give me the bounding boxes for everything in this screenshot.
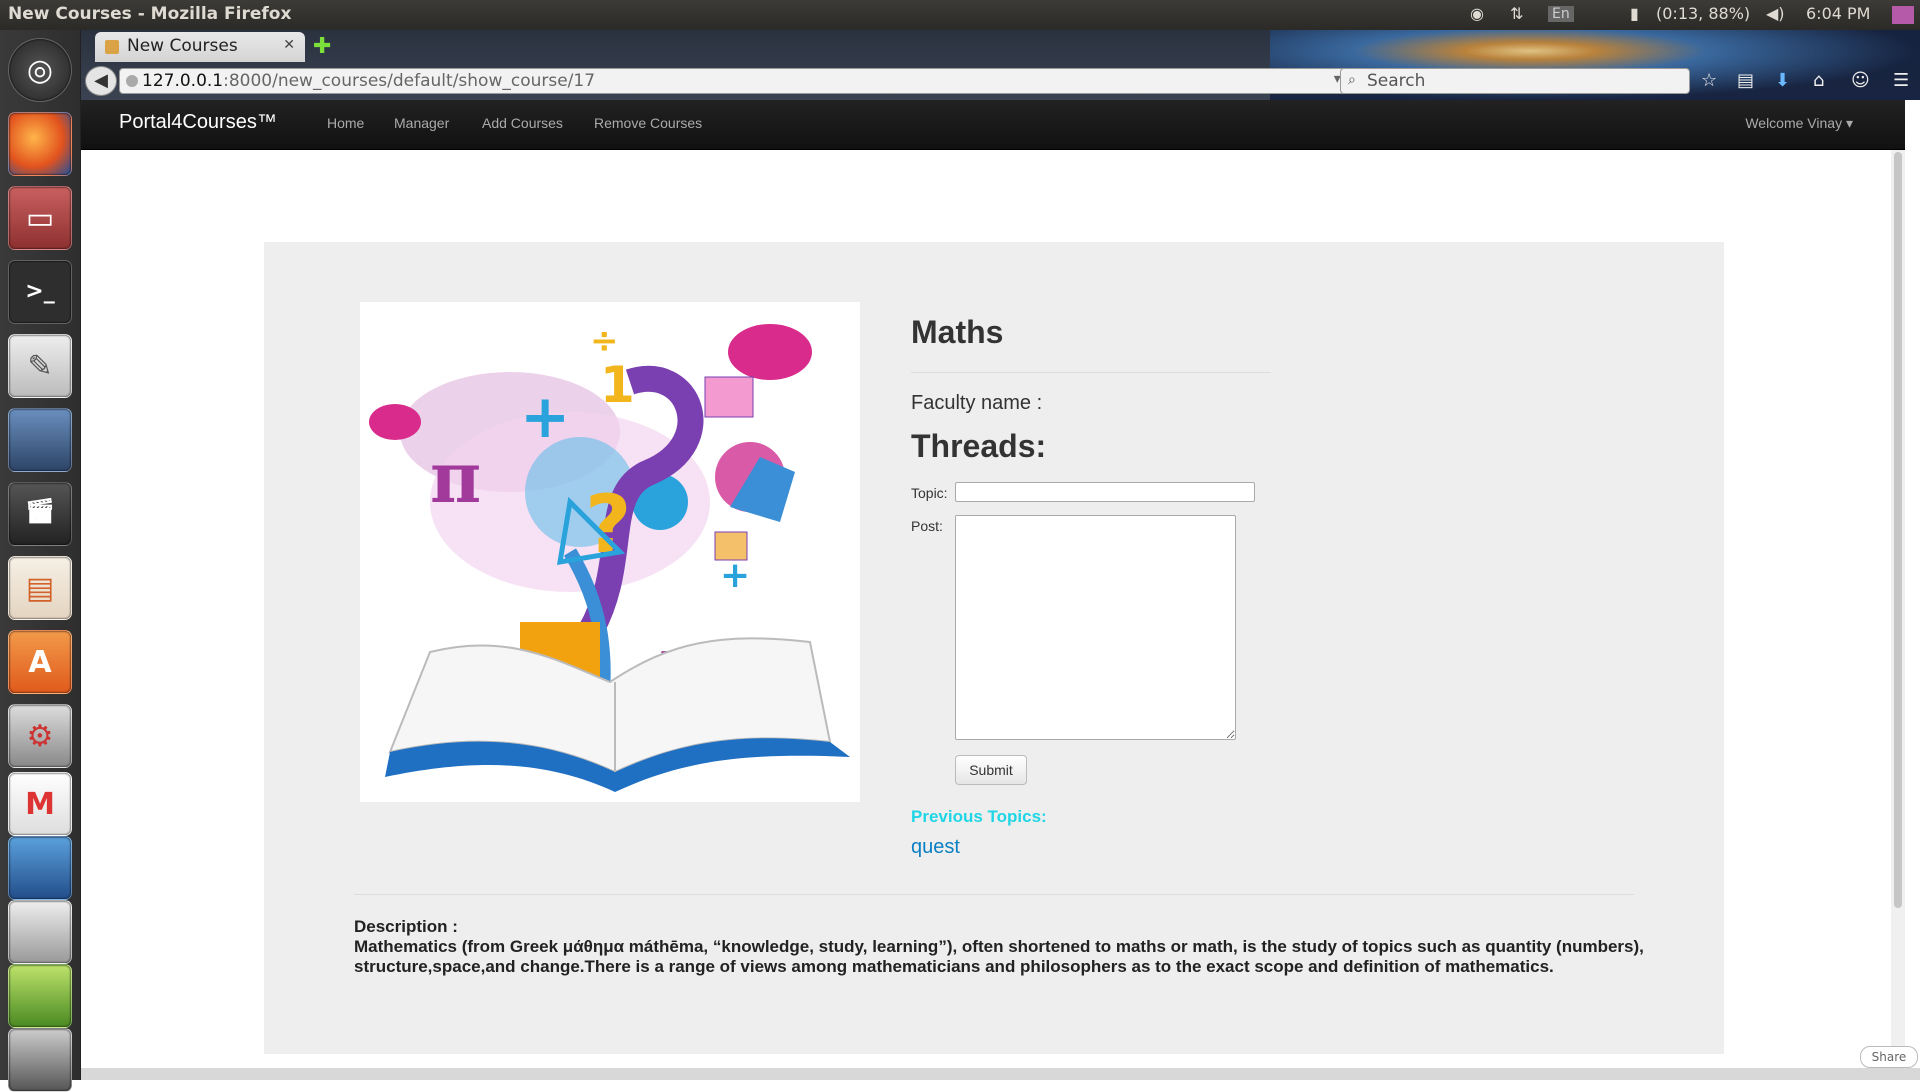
- presentation-icon[interactable]: ▤: [8, 556, 72, 620]
- nav-home[interactable]: Home: [327, 115, 364, 131]
- post-label: Post:: [911, 518, 943, 534]
- clock[interactable]: 6:04 PM: [1806, 4, 1870, 23]
- url-host: 127.0.0.1: [142, 71, 224, 91]
- url-bar[interactable]: 127.0.0.1:8000/new_courses/default/show_…: [119, 68, 1364, 94]
- network-icon[interactable]: ⇅: [1510, 4, 1523, 23]
- svg-text:+: +: [720, 555, 750, 596]
- svg-text:÷: ÷: [590, 321, 619, 361]
- back-button[interactable]: ◀: [85, 66, 117, 96]
- course-image: π π ? 1 + + ÷: [360, 302, 860, 802]
- threads-heading: Threads:: [911, 428, 1047, 464]
- vertical-scrollbar[interactable]: [1891, 150, 1905, 1070]
- description-label: Description :: [354, 917, 458, 936]
- svg-text:π: π: [430, 436, 481, 519]
- post-textarea[interactable]: [955, 515, 1236, 740]
- dash-home-icon[interactable]: ◎: [8, 38, 72, 102]
- home-icon[interactable]: ⌂: [1813, 70, 1824, 91]
- url-path: :8000/new_courses/default/show_course/17: [223, 71, 596, 91]
- topic-input[interactable]: [955, 482, 1255, 502]
- nav-add-courses[interactable]: Add Courses: [482, 115, 563, 131]
- browser-chrome: New Courses ✕ ✚ ◀ 127.0.0.1:8000/new_cou…: [81, 30, 1920, 100]
- nav-manager[interactable]: Manager: [394, 115, 449, 131]
- topic-label: Topic:: [911, 485, 948, 501]
- close-tab-icon[interactable]: ✕: [283, 37, 295, 53]
- update-icon[interactable]: ◉: [1470, 4, 1484, 23]
- divider: [354, 894, 1634, 895]
- bookmarks-list-icon[interactable]: ▤: [1737, 70, 1754, 91]
- settings-icon[interactable]: ⚙: [8, 704, 72, 768]
- search-placeholder: Search: [1367, 71, 1426, 91]
- svg-text:1: 1: [600, 356, 635, 414]
- files-icon[interactable]: ▭: [8, 186, 72, 250]
- menu-icon[interactable]: ☰: [1893, 70, 1909, 91]
- web-page: Portal4Courses™ Home Manager Add Courses…: [81, 100, 1905, 1070]
- app-icon[interactable]: [8, 836, 72, 900]
- tab-title: New Courses: [127, 36, 238, 56]
- math-illustration: π π ? 1 + + ÷: [369, 321, 850, 792]
- system-top-panel: New Courses - Mozilla Firefox ◉ ⇅ En ▮ (…: [0, 0, 1920, 30]
- new-tab-button[interactable]: ✚: [313, 34, 331, 59]
- divider: [911, 372, 1271, 373]
- software-center-icon[interactable]: A: [8, 630, 72, 694]
- firefox-icon[interactable]: [8, 112, 72, 176]
- site-brand[interactable]: Portal4Courses™: [119, 111, 277, 134]
- window-title: New Courses - Mozilla Firefox: [8, 4, 292, 24]
- search-icon: ⌕: [1348, 72, 1356, 88]
- keyboard-indicator[interactable]: En: [1548, 6, 1574, 22]
- text-editor-icon[interactable]: ✎: [8, 334, 72, 398]
- bookmark-star-icon[interactable]: ☆: [1701, 70, 1717, 91]
- previous-topic-link[interactable]: quest: [911, 836, 960, 859]
- image-viewer-icon[interactable]: [8, 408, 72, 472]
- downloads-icon[interactable]: ⬇: [1775, 70, 1790, 91]
- session-icon[interactable]: [1892, 6, 1914, 24]
- volume-icon[interactable]: ◀): [1766, 4, 1785, 23]
- course-panel: π π ? 1 + + ÷ Maths Faculty name : Threa…: [264, 242, 1724, 1054]
- description: Description : Mathematics (from Greek μά…: [354, 917, 1654, 977]
- horizontal-scrollbar[interactable]: [81, 1068, 1920, 1080]
- description-text: Mathematics (from Greek μάθημα máthēma, …: [354, 937, 1644, 976]
- trash-icon[interactable]: [8, 1028, 72, 1092]
- battery-icon[interactable]: ▮: [1630, 4, 1639, 23]
- favicon-icon: [105, 40, 119, 54]
- gmail-icon[interactable]: M: [8, 772, 72, 836]
- app-icon[interactable]: [8, 964, 72, 1028]
- browser-tab[interactable]: New Courses ✕: [95, 32, 305, 62]
- previous-topics-label: Previous Topics:: [911, 807, 1047, 826]
- video-editor-icon[interactable]: 🎬︎: [8, 482, 72, 546]
- scrollbar-thumb[interactable]: [1894, 152, 1902, 908]
- faculty-name-label: Faculty name :: [911, 392, 1043, 414]
- launcher: ◎ ▭ >_ ✎ 🎬︎ ▤ A ⚙ M: [0, 30, 81, 1092]
- svg-text:+: +: [520, 382, 570, 452]
- course-title: Maths: [911, 314, 1004, 350]
- nav-remove-courses[interactable]: Remove Courses: [594, 115, 702, 131]
- share-button[interactable]: Share: [1860, 1046, 1918, 1068]
- welcome-text: Welcome Vinay: [1745, 115, 1843, 131]
- battery-status[interactable]: (0:13, 88%): [1656, 4, 1750, 23]
- terminal-icon[interactable]: >_: [8, 260, 72, 324]
- sync-icon[interactable]: ☺: [1851, 70, 1870, 91]
- search-box[interactable]: ⌕ Search: [1340, 68, 1690, 94]
- site-identity-icon[interactable]: [126, 75, 138, 87]
- site-navbar: Portal4Courses™ Home Manager Add Courses…: [81, 100, 1905, 150]
- user-menu[interactable]: Welcome Vinay ▾: [1745, 115, 1853, 132]
- submit-button[interactable]: Submit: [955, 755, 1027, 785]
- app-icon[interactable]: [8, 900, 72, 964]
